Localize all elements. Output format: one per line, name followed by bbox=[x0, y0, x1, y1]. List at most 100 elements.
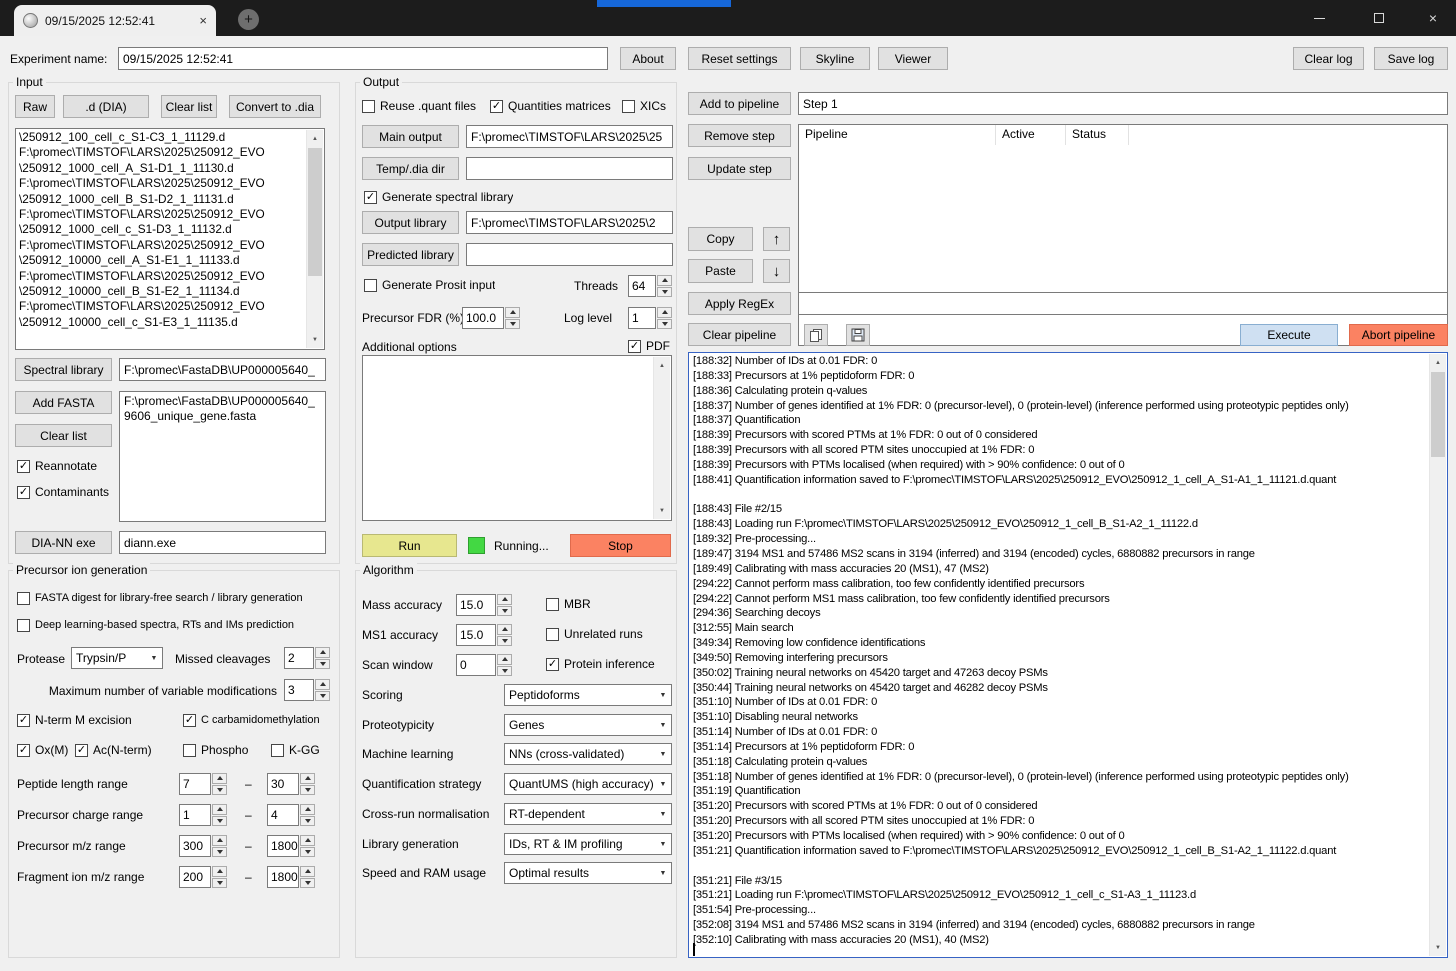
stepper-value[interactable]: 3 bbox=[284, 679, 314, 701]
move-up-button[interactable]: ↑ bbox=[763, 227, 790, 251]
precursor-mz-min-stepper[interactable]: 300 bbox=[179, 835, 227, 857]
raw-button[interactable]: Raw bbox=[15, 95, 55, 118]
stepper-down-icon[interactable] bbox=[212, 815, 227, 826]
temp-dia-dir-field[interactable] bbox=[466, 157, 673, 180]
stepper-down-icon[interactable] bbox=[497, 635, 512, 646]
scroll-down-icon[interactable]: ▼ bbox=[1430, 939, 1446, 956]
scroll-down-icon[interactable]: ▼ bbox=[654, 502, 670, 519]
main-output-field[interactable]: F:\promec\TIMSTOF\LARS\2025\25 bbox=[466, 125, 673, 148]
fragment-mz-max-stepper[interactable]: 1800 bbox=[267, 866, 315, 888]
diann-exe-field[interactable]: diann.exe bbox=[119, 531, 326, 554]
output-library-button[interactable]: Output library bbox=[362, 211, 459, 234]
stepper-down-icon[interactable] bbox=[212, 784, 227, 795]
open-pipeline-button[interactable] bbox=[804, 324, 828, 346]
ox-m-checkbox[interactable]: ✓ Ox(M) bbox=[17, 742, 68, 758]
reuse-quant-checkbox[interactable]: Reuse .quant files bbox=[362, 98, 476, 114]
scroll-down-icon[interactable]: ▼ bbox=[307, 331, 323, 348]
close-button[interactable]: × bbox=[1410, 0, 1456, 36]
ms1-accuracy-stepper[interactable]: 15.0 bbox=[456, 624, 512, 646]
missed-cleavages-stepper[interactable]: 2 bbox=[284, 647, 330, 669]
max-var-mods-stepper[interactable]: 3 bbox=[284, 679, 330, 701]
stepper-value[interactable]: 300 bbox=[179, 835, 211, 857]
viewer-button[interactable]: Viewer bbox=[878, 47, 948, 70]
stepper-value[interactable]: 64 bbox=[628, 275, 656, 297]
stepper-up-icon[interactable] bbox=[212, 866, 227, 877]
kgg-checkbox[interactable]: K-GG bbox=[271, 742, 320, 758]
d-dia-button[interactable]: .d (DIA) bbox=[63, 95, 149, 118]
pipeline-step-field[interactable]: Step 1 bbox=[798, 92, 1448, 115]
scroll-up-icon[interactable]: ▲ bbox=[307, 130, 323, 147]
abort-pipeline-button[interactable]: Abort pipeline bbox=[1349, 324, 1448, 346]
nterm-m-excision-checkbox[interactable]: ✓ N-term M excision bbox=[17, 712, 132, 728]
spectral-library-button[interactable]: Spectral library bbox=[15, 358, 112, 381]
log-scrollbar[interactable]: ▲ ▼ bbox=[1429, 354, 1446, 956]
stepper-up-icon[interactable] bbox=[505, 307, 520, 318]
library-generation-select[interactable]: IDs, RT & IM profiling ▼ bbox=[504, 833, 672, 855]
protease-select[interactable]: Trypsin/P ▼ bbox=[71, 647, 163, 669]
scrollbar-thumb[interactable] bbox=[1431, 372, 1445, 457]
stepper-up-icon[interactable] bbox=[497, 624, 512, 635]
fasta-digest-checkbox[interactable]: FASTA digest for library-free search / l… bbox=[17, 590, 335, 606]
new-tab-button[interactable]: + bbox=[238, 9, 259, 30]
copy-button[interactable]: Copy bbox=[688, 227, 753, 251]
c-carbamidomethylation-checkbox[interactable]: ✓ C carbamidomethylation bbox=[183, 712, 335, 728]
peptide-length-min-stepper[interactable]: 7 bbox=[179, 773, 227, 795]
spectral-library-path-field[interactable]: F:\promec\FastaDB\UP000005640_ bbox=[119, 358, 326, 381]
minimize-button[interactable] bbox=[1296, 0, 1342, 36]
stepper-down-icon[interactable] bbox=[315, 658, 330, 669]
stepper-down-icon[interactable] bbox=[300, 815, 315, 826]
skyline-button[interactable]: Skyline bbox=[800, 47, 870, 70]
quantities-matrices-checkbox[interactable]: ✓ Quantities matrices bbox=[490, 98, 611, 114]
diann-exe-button[interactable]: DIA-NN exe bbox=[15, 531, 112, 554]
stepper-down-icon[interactable] bbox=[300, 846, 315, 857]
stepper-up-icon[interactable] bbox=[212, 773, 227, 784]
tab-close-icon[interactable]: × bbox=[199, 13, 207, 28]
apply-regex-button[interactable]: Apply RegEx bbox=[688, 292, 791, 315]
stepper-down-icon[interactable] bbox=[657, 318, 672, 329]
scroll-up-icon[interactable]: ▲ bbox=[654, 357, 670, 374]
remove-step-button[interactable]: Remove step bbox=[688, 124, 791, 147]
threads-stepper[interactable]: 64 bbox=[628, 275, 672, 297]
add-fasta-button[interactable]: Add FASTA bbox=[15, 391, 112, 414]
predicted-library-field[interactable] bbox=[466, 243, 673, 266]
fasta-list-area[interactable]: F:\promec\FastaDB\UP000005640_9606_uniqu… bbox=[119, 391, 326, 522]
stepper-value[interactable]: 1 bbox=[179, 804, 211, 826]
stepper-down-icon[interactable] bbox=[505, 318, 520, 329]
update-step-button[interactable]: Update step bbox=[688, 157, 791, 180]
cross-run-normalisation-select[interactable]: RT-dependent ▼ bbox=[504, 803, 672, 825]
xics-checkbox[interactable]: XICs bbox=[622, 98, 666, 114]
stepper-up-icon[interactable] bbox=[212, 835, 227, 846]
paste-button[interactable]: Paste bbox=[688, 259, 753, 283]
mass-accuracy-stepper[interactable]: 15.0 bbox=[456, 594, 512, 616]
stepper-down-icon[interactable] bbox=[300, 784, 315, 795]
stepper-down-icon[interactable] bbox=[657, 286, 672, 297]
stepper-up-icon[interactable] bbox=[657, 307, 672, 318]
stepper-down-icon[interactable] bbox=[497, 605, 512, 616]
stepper-up-icon[interactable] bbox=[315, 647, 330, 658]
temp-dia-dir-button[interactable]: Temp/.dia dir bbox=[362, 157, 459, 180]
regex-field[interactable] bbox=[798, 292, 1448, 315]
log-level-stepper[interactable]: 1 bbox=[628, 307, 672, 329]
save-pipeline-button[interactable] bbox=[846, 324, 870, 346]
add-to-pipeline-button[interactable]: Add to pipeline bbox=[688, 92, 791, 115]
stepper-down-icon[interactable] bbox=[212, 877, 227, 888]
stepper-up-icon[interactable] bbox=[300, 835, 315, 846]
stepper-value[interactable]: 1800 bbox=[267, 866, 299, 888]
generate-prosit-checkbox[interactable]: Generate Prosit input bbox=[364, 277, 495, 293]
precursor-charge-min-stepper[interactable]: 1 bbox=[179, 804, 227, 826]
convert-to-dia-button[interactable]: Convert to .dia bbox=[229, 95, 321, 118]
scan-window-stepper[interactable]: 0 bbox=[456, 654, 512, 676]
output-library-field[interactable]: F:\promec\TIMSTOF\LARS\2025\2 bbox=[466, 211, 673, 234]
scrollbar-thumb[interactable] bbox=[308, 148, 322, 276]
raw-file-list[interactable]: \250912_100_cell_c_S1-C3_1_11129.d F:\pro… bbox=[15, 128, 325, 350]
stepper-value[interactable]: 4 bbox=[267, 804, 299, 826]
stepper-up-icon[interactable] bbox=[212, 804, 227, 815]
stepper-down-icon[interactable] bbox=[212, 846, 227, 857]
precursor-fdr-stepper[interactable]: 100.0 bbox=[462, 307, 520, 329]
proteotypicity-select[interactable]: Genes ▼ bbox=[504, 714, 672, 736]
clear-pipeline-button[interactable]: Clear pipeline bbox=[688, 323, 791, 346]
execute-button[interactable]: Execute bbox=[1240, 324, 1338, 346]
stepper-value[interactable]: 200 bbox=[179, 866, 211, 888]
stepper-up-icon[interactable] bbox=[300, 773, 315, 784]
unrelated-runs-checkbox[interactable]: Unrelated runs bbox=[546, 626, 643, 642]
